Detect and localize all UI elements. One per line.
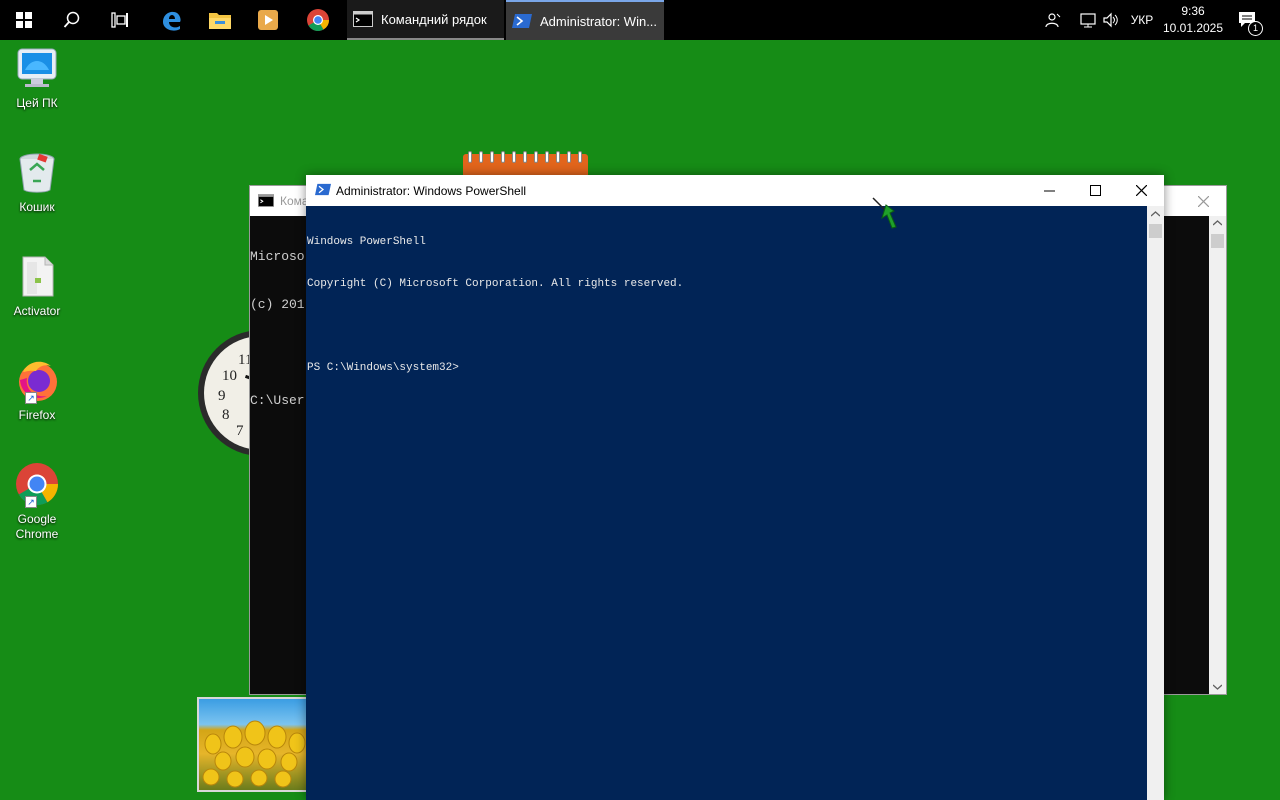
maximize-icon: [1089, 185, 1101, 196]
file-explorer-icon: [209, 13, 231, 29]
spiral-ring: [523, 151, 527, 163]
minimize-icon: [1043, 190, 1055, 192]
language-indicator[interactable]: УКР: [1124, 0, 1160, 40]
volume-button[interactable]: [1100, 0, 1122, 40]
recycle-bin-icon: [19, 153, 55, 193]
action-center-button[interactable]: 1: [1230, 0, 1264, 40]
cmd-close-button[interactable]: [1180, 186, 1226, 216]
file-icon: [22, 256, 54, 297]
cmd-scrollbar[interactable]: [1209, 216, 1226, 694]
spiral-ring: [468, 151, 472, 163]
desktop-icon-label: Цей ПК: [16, 96, 58, 110]
tulips-photo: [202, 720, 306, 788]
taskbar: Командний рядок Administrator: Win... УК…: [0, 0, 1280, 40]
task-view-icon: [111, 12, 128, 28]
search-button[interactable]: [48, 0, 96, 40]
powershell-window-title: Administrator: Windows PowerShell: [336, 184, 527, 198]
shortcut-arrow-icon: ↗: [25, 392, 37, 404]
desktop-icon-recycle-bin[interactable]: Кошик: [4, 150, 70, 215]
start-icon: [16, 12, 32, 28]
clock-number: 8: [222, 407, 230, 423]
cmd-line: [250, 345, 305, 361]
chrome-taskbar-button[interactable]: [294, 0, 342, 40]
people-button[interactable]: [1040, 0, 1066, 40]
clock-number: 9: [218, 388, 226, 404]
cmd-scrollbar-thumb[interactable]: [1211, 234, 1224, 248]
notification-count-badge: 1: [1248, 21, 1263, 36]
clock-number: 10: [222, 368, 237, 384]
spiral-ring: [567, 151, 571, 163]
powershell-icon: [512, 14, 532, 28]
powershell-window[interactable]: Administrator: Windows PowerShell Window…: [306, 175, 1164, 800]
close-icon: [1135, 185, 1147, 196]
scroll-down-icon[interactable]: [1213, 684, 1222, 690]
console-line: Copyright (C) Microsoft Corporation. All…: [307, 278, 684, 290]
clock-time: 9:36: [1181, 4, 1205, 18]
media-player-icon: [258, 10, 278, 30]
task-view-button[interactable]: [96, 0, 144, 40]
desktop-icon-label: Activator: [13, 304, 61, 318]
edge-taskbar-button[interactable]: [148, 0, 196, 40]
cmd-icon: [353, 11, 373, 27]
maximize-button[interactable]: [1072, 175, 1118, 206]
task-label: Administrator: Win...: [540, 13, 658, 29]
spiral-ring: [545, 151, 549, 163]
console-prompt[interactable]: PS C:\Windows\system32>: [307, 361, 1147, 375]
desktop-icon-label: Firefox: [18, 408, 56, 422]
cmd-line: Microso: [250, 249, 305, 264]
desktop-icon-google-chrome[interactable]: ↗ Google Chrome: [4, 462, 70, 542]
cmd-window-title: Кома: [280, 194, 309, 208]
spiral-ring: [578, 151, 582, 163]
scroll-up-icon[interactable]: [1151, 211, 1160, 217]
console-line: Windows PowerShell: [307, 236, 426, 248]
media-player-button[interactable]: [244, 0, 292, 40]
minimize-button[interactable]: [1026, 175, 1072, 206]
edge-icon: [163, 11, 181, 31]
powershell-console[interactable]: Windows PowerShell Copyright (C) Microso…: [307, 206, 1147, 800]
search-icon: [63, 11, 80, 28]
taskbar-task-powershell[interactable]: Administrator: Win...: [506, 0, 664, 40]
taskbar-clock[interactable]: 9:36 10.01.2025: [1160, 0, 1226, 40]
desktop-icon-activator[interactable]: Activator: [4, 254, 70, 319]
network-icon: [1080, 13, 1096, 28]
spiral-ring: [556, 151, 560, 163]
mouse-cursor-icon: [872, 197, 897, 229]
cmd-line: (c) 201: [250, 297, 305, 312]
taskbar-task-cmd[interactable]: Командний рядок: [347, 0, 504, 40]
firefox-icon: [19, 361, 57, 401]
powershell-scrollbar-thumb[interactable]: [1149, 224, 1162, 238]
shortcut-arrow-icon: ↗: [25, 496, 37, 508]
close-icon: [1197, 195, 1209, 207]
chrome-icon: [307, 9, 329, 31]
spiral-ring: [479, 151, 483, 163]
computer-icon: [17, 48, 57, 87]
cmd-icon: [258, 194, 274, 207]
clock-number: 7: [236, 423, 244, 439]
spiral-ring: [501, 151, 505, 163]
scroll-up-icon[interactable]: [1213, 220, 1222, 226]
spiral-ring: [490, 151, 494, 163]
cmd-console-output[interactable]: Microso (c) 201 C:\User: [250, 217, 305, 441]
volume-icon: [1103, 12, 1118, 28]
spiral-ring: [512, 151, 516, 163]
cmd-line: C:\User: [250, 393, 305, 408]
powershell-scrollbar[interactable]: [1147, 206, 1164, 800]
photo-gadget[interactable]: [197, 697, 309, 792]
file-explorer-button[interactable]: [196, 0, 244, 40]
people-icon: [1045, 13, 1061, 28]
close-button[interactable]: [1118, 175, 1164, 206]
network-button[interactable]: [1078, 0, 1100, 40]
desktop-icon-this-pc[interactable]: Цей ПК: [4, 46, 70, 111]
desktop-icon-label: Кошик: [19, 200, 55, 214]
chrome-icon: [16, 463, 59, 506]
powershell-titlebar[interactable]: Administrator: Windows PowerShell: [306, 175, 1164, 206]
desktop-icon-label: Google Chrome: [15, 512, 59, 541]
start-button[interactable]: [0, 0, 48, 40]
task-label: Командний рядок: [381, 11, 487, 27]
clock-date: 10.01.2025: [1162, 21, 1224, 35]
spiral-ring: [534, 151, 538, 163]
desktop-icon-firefox[interactable]: ↗ Firefox: [4, 358, 70, 423]
powershell-icon: [315, 183, 331, 196]
